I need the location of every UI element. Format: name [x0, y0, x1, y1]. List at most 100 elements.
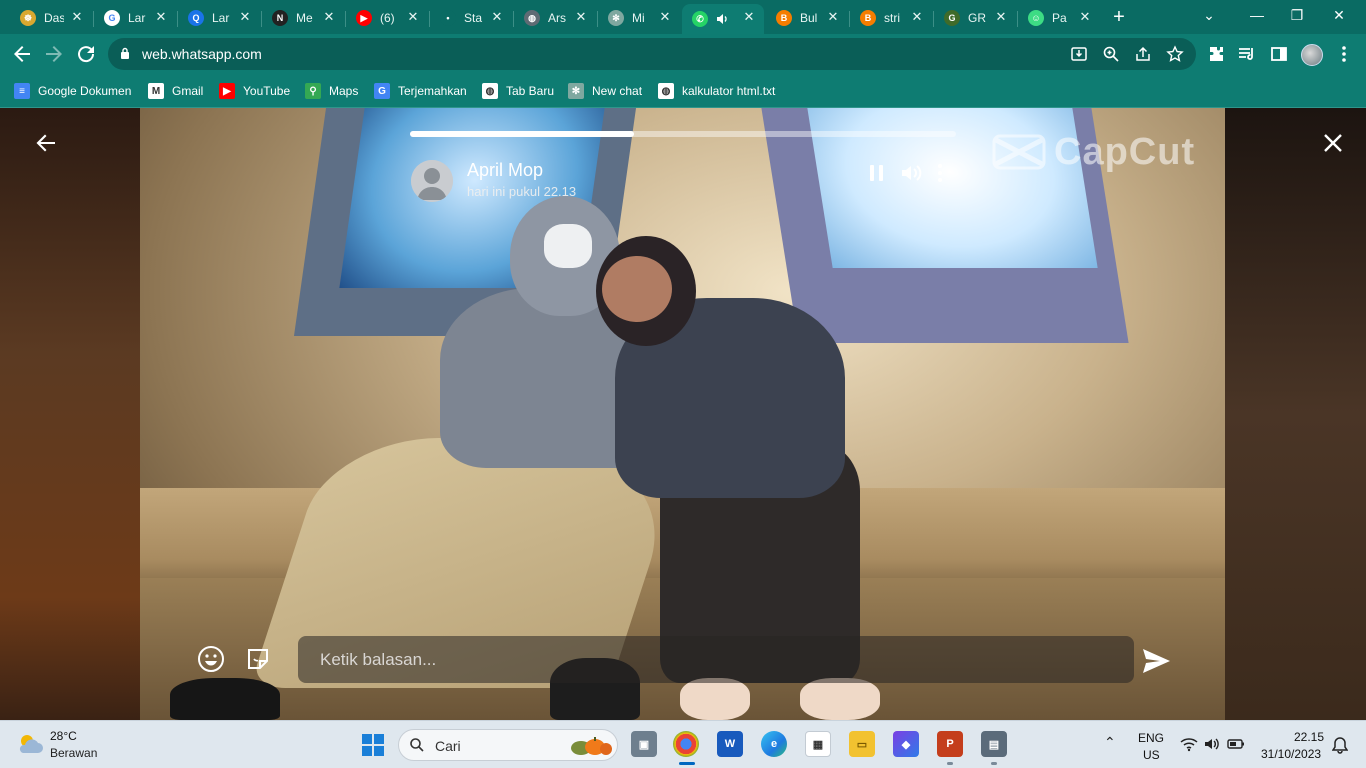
- send-icon[interactable]: [1140, 646, 1172, 676]
- browser-tab[interactable]: Q Lar ✕: [178, 4, 260, 32]
- media-queue-icon[interactable]: [1237, 44, 1257, 64]
- speaker-icon[interactable]: [1203, 736, 1221, 752]
- new-tab-button[interactable]: +: [1108, 6, 1130, 28]
- browser-tab[interactable]: ☸ Das ✕: [10, 4, 92, 32]
- poster-name[interactable]: April Mop: [467, 160, 543, 181]
- bookmark-star-icon[interactable]: [1166, 45, 1184, 63]
- browser-tab[interactable]: G GR ✕: [934, 4, 1016, 32]
- tab-close-icon[interactable]: ✕: [574, 10, 588, 24]
- audio-playing-icon[interactable]: [716, 12, 730, 26]
- bookmark-item[interactable]: ◍ Tab Baru: [482, 82, 554, 100]
- tab-close-icon[interactable]: ✕: [490, 10, 504, 24]
- status-viewer: CapCut April Mop hari ini pukul 22.13: [0, 108, 1366, 720]
- tab-close-icon[interactable]: ✕: [742, 10, 756, 24]
- extensions-icon[interactable]: [1206, 44, 1226, 64]
- bookmark-item[interactable]: ▶ YouTube: [219, 82, 290, 100]
- clock-date[interactable]: 31/10/2023: [1261, 747, 1321, 761]
- share-icon[interactable]: [1134, 45, 1152, 63]
- back-arrow-icon[interactable]: [33, 130, 59, 156]
- tab-title: Me: [296, 11, 313, 25]
- bookmark-item[interactable]: G Terjemahkan: [374, 82, 467, 100]
- tab-close-icon[interactable]: ✕: [658, 10, 672, 24]
- copilot-icon[interactable]: ◆: [893, 731, 919, 757]
- browser-tab[interactable]: Bstri ✕: [850, 4, 932, 32]
- tab-title: Lar: [212, 11, 230, 25]
- browser-tab[interactable]: ☺ Pa ✕: [1018, 4, 1100, 32]
- browser-tab[interactable]: G Lar ✕: [94, 4, 176, 32]
- bookmark-item[interactable]: M Gmail: [148, 82, 203, 100]
- browser-tab[interactable]: ✻ Mi ✕: [598, 4, 680, 32]
- tab-close-icon[interactable]: ✕: [1078, 10, 1092, 24]
- word-icon[interactable]: W: [717, 731, 743, 757]
- capcut-logo-icon: [992, 134, 1046, 170]
- tab-title: Ars: [548, 11, 566, 25]
- more-options-icon[interactable]: [928, 160, 954, 186]
- task-view-icon[interactable]: ▣: [631, 731, 657, 757]
- browser-tab[interactable]: ✆ ✕: [682, 4, 764, 34]
- window-close-icon[interactable]: ✕: [1326, 4, 1352, 26]
- keyboard-layout-indicator[interactable]: US: [1143, 748, 1160, 762]
- pause-icon[interactable]: [864, 160, 890, 186]
- tab-close-icon[interactable]: ✕: [154, 10, 168, 24]
- browser-tab[interactable]: ◍ Ars ✕: [514, 4, 596, 32]
- wifi-icon[interactable]: [1180, 736, 1198, 752]
- bookmark-item[interactable]: ✻ New chat: [568, 82, 642, 100]
- poster-avatar[interactable]: [411, 160, 453, 202]
- tab-search-icon[interactable]: ⌄: [1196, 4, 1222, 26]
- store-icon[interactable]: ▦: [805, 731, 831, 757]
- file-explorer-icon[interactable]: ▭: [849, 731, 875, 757]
- side-panel-icon[interactable]: [1269, 44, 1289, 64]
- battery-icon[interactable]: [1227, 736, 1245, 752]
- bookmark-item[interactable]: ⚲ Maps: [305, 82, 358, 100]
- sticker-icon[interactable]: [244, 645, 272, 673]
- browser-tab[interactable]: B Bul ✕: [766, 4, 848, 32]
- clock-time[interactable]: 22.15: [1294, 730, 1324, 744]
- chevron-up-icon[interactable]: ⌃: [1104, 735, 1118, 749]
- n-favicon: N: [272, 10, 288, 26]
- bookmark-item[interactable]: ◍ kalkulator html.txt: [658, 82, 775, 100]
- tab-close-icon[interactable]: ✕: [994, 10, 1008, 24]
- tab-close-icon[interactable]: ✕: [406, 10, 420, 24]
- minimize-icon[interactable]: —: [1244, 4, 1270, 26]
- chrome-icon[interactable]: [673, 731, 699, 757]
- tab-close-icon[interactable]: ✕: [322, 10, 336, 24]
- install-app-icon[interactable]: [1070, 45, 1088, 63]
- notification-bell-icon[interactable]: [1332, 736, 1348, 754]
- tab-close-icon[interactable]: ✕: [826, 10, 840, 24]
- restore-icon[interactable]: ❐: [1284, 4, 1310, 26]
- browser-tab[interactable]: ▶ (6) ✕: [346, 4, 428, 32]
- address-bar[interactable]: web.whatsapp.com: [108, 38, 1196, 70]
- edge-icon[interactable]: e: [761, 731, 787, 757]
- windows-start-icon[interactable]: [361, 733, 385, 757]
- lock-icon[interactable]: [120, 47, 130, 59]
- forward-arrow-icon[interactable]: [42, 42, 66, 66]
- volume-icon[interactable]: [898, 160, 924, 186]
- browser-tab[interactable]: • Sta ✕: [430, 4, 512, 32]
- tab-close-icon[interactable]: ✕: [70, 10, 84, 24]
- tab-close-icon[interactable]: ✕: [238, 10, 252, 24]
- taskbar-search[interactable]: Cari: [398, 729, 618, 761]
- tab-close-icon[interactable]: ✕: [910, 10, 924, 24]
- tab-separator: [93, 11, 94, 27]
- weather-description[interactable]: Berawan: [50, 746, 97, 760]
- globe-favicon: ◍: [524, 10, 540, 26]
- back-arrow-icon[interactable]: [10, 42, 34, 66]
- emoji-icon[interactable]: [196, 644, 226, 674]
- url-text[interactable]: web.whatsapp.com: [142, 46, 262, 62]
- tab-separator: [1017, 11, 1018, 27]
- profile-avatar[interactable]: [1301, 44, 1323, 66]
- close-icon[interactable]: [1320, 130, 1346, 156]
- weather-temperature[interactable]: 28°C: [50, 729, 77, 743]
- reply-input[interactable]: [298, 636, 1134, 683]
- calculator-icon[interactable]: ▤: [981, 731, 1007, 757]
- zoom-icon[interactable]: [1102, 45, 1120, 63]
- browser-tab[interactable]: N Me ✕: [262, 4, 344, 32]
- halloween-pumpkin-icon: [571, 737, 612, 755]
- kebab-menu-icon[interactable]: [1334, 44, 1354, 64]
- powerpoint-icon[interactable]: P: [937, 731, 963, 757]
- language-indicator[interactable]: ENG: [1138, 731, 1164, 745]
- bookmark-item[interactable]: ≡ Google Dokumen: [14, 82, 131, 100]
- tab-separator: [849, 11, 850, 27]
- partly-cloudy-icon[interactable]: [16, 731, 44, 757]
- reload-icon[interactable]: [74, 42, 98, 66]
